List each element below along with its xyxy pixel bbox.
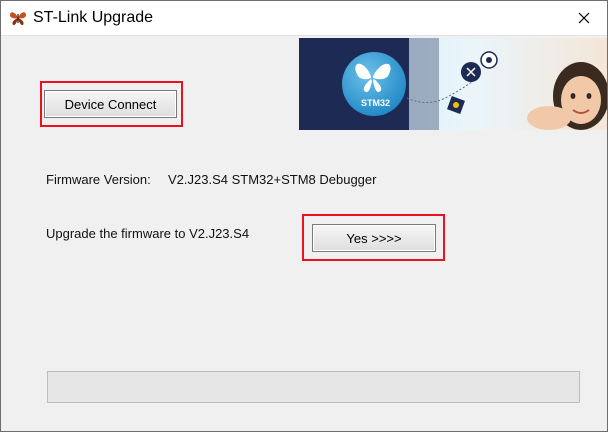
yes-button[interactable]: Yes >>>> — [312, 224, 436, 252]
stm32-brand-text: STM32 — [361, 98, 390, 108]
butterfly-icon — [10, 12, 26, 26]
close-button[interactable] — [561, 1, 607, 35]
firmware-version-value: V2.J23.S4 STM32+STM8 Debugger — [168, 172, 377, 187]
st-link-upgrade-window: ST-Link Upgrade Device Connect STM32 Fir… — [0, 0, 608, 432]
close-icon — [578, 12, 590, 24]
upgrade-progress-bar — [47, 371, 580, 403]
firmware-version-label: Firmware Version: — [46, 172, 151, 187]
window-title: ST-Link Upgrade — [33, 9, 154, 26]
title-bar: ST-Link Upgrade — [1, 1, 607, 36]
stm32-banner: STM32 — [299, 38, 607, 130]
upgrade-message: Upgrade the firmware to V2.J23.S4 — [46, 226, 250, 241]
device-connect-button[interactable]: Device Connect — [44, 90, 177, 118]
banner-graphic: STM32 — [299, 38, 607, 130]
